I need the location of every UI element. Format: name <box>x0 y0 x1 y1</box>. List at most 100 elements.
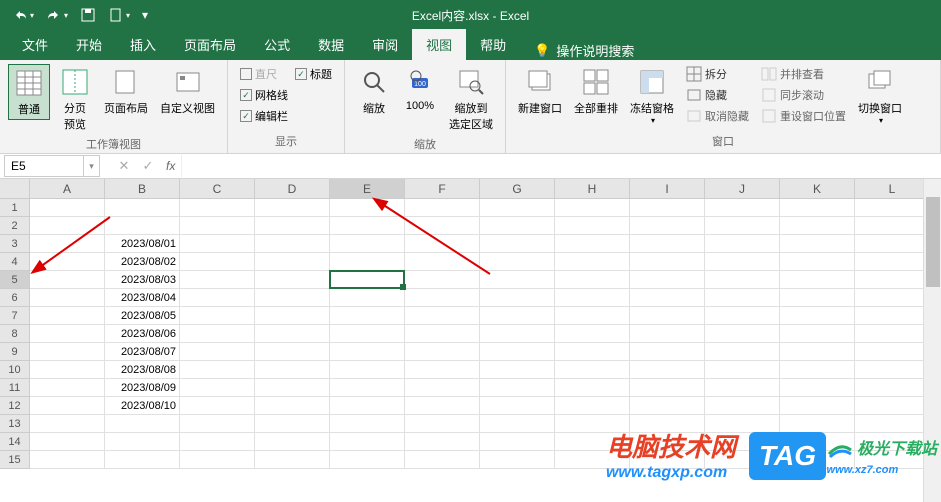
cell-J1[interactable] <box>705 199 780 217</box>
cell-L1[interactable] <box>855 199 930 217</box>
undo-button[interactable]: ▾ <box>8 5 38 25</box>
redo-button[interactable]: ▾ <box>42 5 72 25</box>
cell-A5[interactable] <box>30 271 105 289</box>
cell-F15[interactable] <box>405 451 480 469</box>
cell-F2[interactable] <box>405 217 480 235</box>
cell-E9[interactable] <box>330 343 405 361</box>
cell-E4[interactable] <box>330 253 405 271</box>
cell-H1[interactable] <box>555 199 630 217</box>
tab-view[interactable]: 视图 <box>412 29 466 60</box>
cell-L4[interactable] <box>855 253 930 271</box>
cell-C12[interactable] <box>180 397 255 415</box>
row-header-10[interactable]: 10 <box>0 361 30 379</box>
cell-A13[interactable] <box>30 415 105 433</box>
cell-I6[interactable] <box>630 289 705 307</box>
cell-A9[interactable] <box>30 343 105 361</box>
cell-F4[interactable] <box>405 253 480 271</box>
zoom-selection-button[interactable]: 缩放到 选定区域 <box>445 64 497 134</box>
cell-E12[interactable] <box>330 397 405 415</box>
cell-D11[interactable] <box>255 379 330 397</box>
formula-input[interactable] <box>181 155 941 177</box>
col-header-H[interactable]: H <box>555 179 630 199</box>
cell-F5[interactable] <box>405 271 480 289</box>
cell-A14[interactable] <box>30 433 105 451</box>
row-header-15[interactable]: 15 <box>0 451 30 469</box>
scroll-thumb[interactable] <box>926 197 940 287</box>
cell-C15[interactable] <box>180 451 255 469</box>
cell-D9[interactable] <box>255 343 330 361</box>
cell-H4[interactable] <box>555 253 630 271</box>
zoom-100-button[interactable]: 100 100% <box>399 64 441 114</box>
cell-C8[interactable] <box>180 325 255 343</box>
row-header-4[interactable]: 4 <box>0 253 30 271</box>
cell-I4[interactable] <box>630 253 705 271</box>
cell-C4[interactable] <box>180 253 255 271</box>
cell-B2[interactable] <box>105 217 180 235</box>
cell-K7[interactable] <box>780 307 855 325</box>
cell-E13[interactable] <box>330 415 405 433</box>
pagelayout-view-button[interactable]: 页面布局 <box>100 64 152 118</box>
tab-formulas[interactable]: 公式 <box>250 29 304 60</box>
normal-view-button[interactable]: 普通 <box>8 64 50 120</box>
cell-L8[interactable] <box>855 325 930 343</box>
split-button[interactable]: 拆分 <box>682 64 753 84</box>
cell-K4[interactable] <box>780 253 855 271</box>
cell-C2[interactable] <box>180 217 255 235</box>
cell-J2[interactable] <box>705 217 780 235</box>
cell-A7[interactable] <box>30 307 105 325</box>
cell-C7[interactable] <box>180 307 255 325</box>
cell-E7[interactable] <box>330 307 405 325</box>
tab-pagelayout[interactable]: 页面布局 <box>170 29 250 60</box>
cell-G3[interactable] <box>480 235 555 253</box>
cell-F13[interactable] <box>405 415 480 433</box>
cell-I10[interactable] <box>630 361 705 379</box>
cell-B12[interactable]: 2023/08/10 <box>105 397 180 415</box>
cell-K3[interactable] <box>780 235 855 253</box>
cell-B4[interactable]: 2023/08/02 <box>105 253 180 271</box>
cell-E6[interactable] <box>330 289 405 307</box>
cell-H9[interactable] <box>555 343 630 361</box>
cell-H2[interactable] <box>555 217 630 235</box>
col-header-K[interactable]: K <box>780 179 855 199</box>
cell-H5[interactable] <box>555 271 630 289</box>
qat-customize[interactable]: ▾ <box>138 6 152 24</box>
cell-B9[interactable]: 2023/08/07 <box>105 343 180 361</box>
column-headers[interactable]: ABCDEFGHIJKL <box>30 179 930 199</box>
cell-J8[interactable] <box>705 325 780 343</box>
cell-L9[interactable] <box>855 343 930 361</box>
cell-C5[interactable] <box>180 271 255 289</box>
cell-H8[interactable] <box>555 325 630 343</box>
new-button[interactable]: ▾ <box>104 5 134 25</box>
cell-D12[interactable] <box>255 397 330 415</box>
row-header-2[interactable]: 2 <box>0 217 30 235</box>
cell-K9[interactable] <box>780 343 855 361</box>
row-header-3[interactable]: 3 <box>0 235 30 253</box>
cell-K8[interactable] <box>780 325 855 343</box>
cell-B8[interactable]: 2023/08/06 <box>105 325 180 343</box>
cell-G9[interactable] <box>480 343 555 361</box>
col-header-B[interactable]: B <box>105 179 180 199</box>
hide-button[interactable]: 隐藏 <box>682 85 753 105</box>
col-header-C[interactable]: C <box>180 179 255 199</box>
cell-G13[interactable] <box>480 415 555 433</box>
cell-E8[interactable] <box>330 325 405 343</box>
cell-L3[interactable] <box>855 235 930 253</box>
cell-D15[interactable] <box>255 451 330 469</box>
cell-F1[interactable] <box>405 199 480 217</box>
cell-L10[interactable] <box>855 361 930 379</box>
cell-F9[interactable] <box>405 343 480 361</box>
cell-G10[interactable] <box>480 361 555 379</box>
cell-B5[interactable]: 2023/08/03 <box>105 271 180 289</box>
cell-C14[interactable] <box>180 433 255 451</box>
cell-B11[interactable]: 2023/08/09 <box>105 379 180 397</box>
cell-D13[interactable] <box>255 415 330 433</box>
row-header-1[interactable]: 1 <box>0 199 30 217</box>
name-box-dropdown[interactable]: ▾ <box>84 155 100 177</box>
cell-D8[interactable] <box>255 325 330 343</box>
cell-L5[interactable] <box>855 271 930 289</box>
cell-B15[interactable] <box>105 451 180 469</box>
cell-D7[interactable] <box>255 307 330 325</box>
cell-J5[interactable] <box>705 271 780 289</box>
cell-A11[interactable] <box>30 379 105 397</box>
headings-checkbox[interactable]: ✓标题 <box>291 64 336 84</box>
